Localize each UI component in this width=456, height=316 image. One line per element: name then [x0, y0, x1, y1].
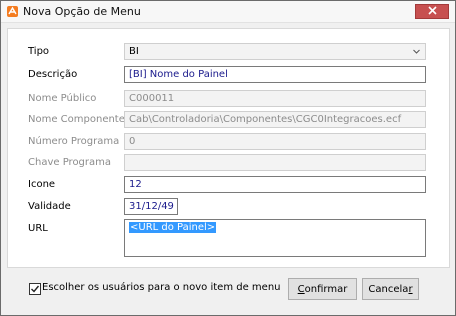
- choose-users-checkbox[interactable]: [29, 283, 41, 295]
- confirm-accel: C: [297, 283, 305, 295]
- url-textarea[interactable]: <URL do Painel>: [124, 219, 426, 257]
- icone-input[interactable]: 12: [124, 176, 426, 193]
- descricao-label: Descrição: [28, 69, 78, 80]
- descricao-input[interactable]: [BI] Nome do Painel: [124, 66, 426, 83]
- nome-componente-input: Cab\Controladoria\Componentes\CGC0Integr…: [124, 111, 426, 128]
- cancel-button[interactable]: Cancela r: [362, 278, 419, 300]
- chevron-down-icon[interactable]: [412, 47, 421, 56]
- cancel-accel: r: [408, 283, 413, 295]
- checkmark-icon: [30, 285, 40, 297]
- nome-publico-input: C000011: [124, 90, 426, 107]
- validade-label: Validade: [28, 201, 71, 212]
- tipo-label: Tipo: [28, 46, 50, 57]
- url-selected-text: <URL do Painel>: [129, 222, 217, 233]
- url-label: URL: [28, 223, 48, 234]
- icone-label: Icone: [28, 179, 56, 190]
- close-icon: [427, 5, 437, 18]
- validade-input[interactable]: 31/12/49: [124, 198, 178, 215]
- close-button[interactable]: [415, 4, 449, 19]
- tipo-value: BI: [129, 46, 139, 57]
- tipo-select[interactable]: BI: [124, 43, 426, 60]
- confirm-button[interactable]: Confirmar: [288, 278, 357, 300]
- dialog-window: Nova Opção de Menu Tipo BI Descrição [BI…: [0, 0, 456, 316]
- footer: Escolher os usuários para o novo item de…: [1, 271, 455, 315]
- chave-programa-input: [124, 154, 426, 171]
- chave-programa-label: Chave Programa: [28, 157, 112, 168]
- choose-users-label[interactable]: Escolher os usuários para o novo item de…: [42, 282, 281, 293]
- nome-componente-label: Nome Componente: [28, 114, 125, 125]
- form-panel: Tipo BI Descrição [BI] Nome do Painel No…: [7, 28, 450, 268]
- numero-programa-input: 0: [124, 133, 426, 150]
- cancel-label: Cancela: [368, 283, 409, 295]
- app-logo-icon: [7, 6, 18, 17]
- nome-publico-label: Nome Público: [28, 93, 97, 104]
- confirm-label: onfirmar: [304, 283, 348, 295]
- title-bar[interactable]: Nova Opção de Menu: [1, 1, 455, 23]
- numero-programa-label: Número Programa: [28, 136, 120, 147]
- window-title: Nova Opção de Menu: [23, 5, 141, 18]
